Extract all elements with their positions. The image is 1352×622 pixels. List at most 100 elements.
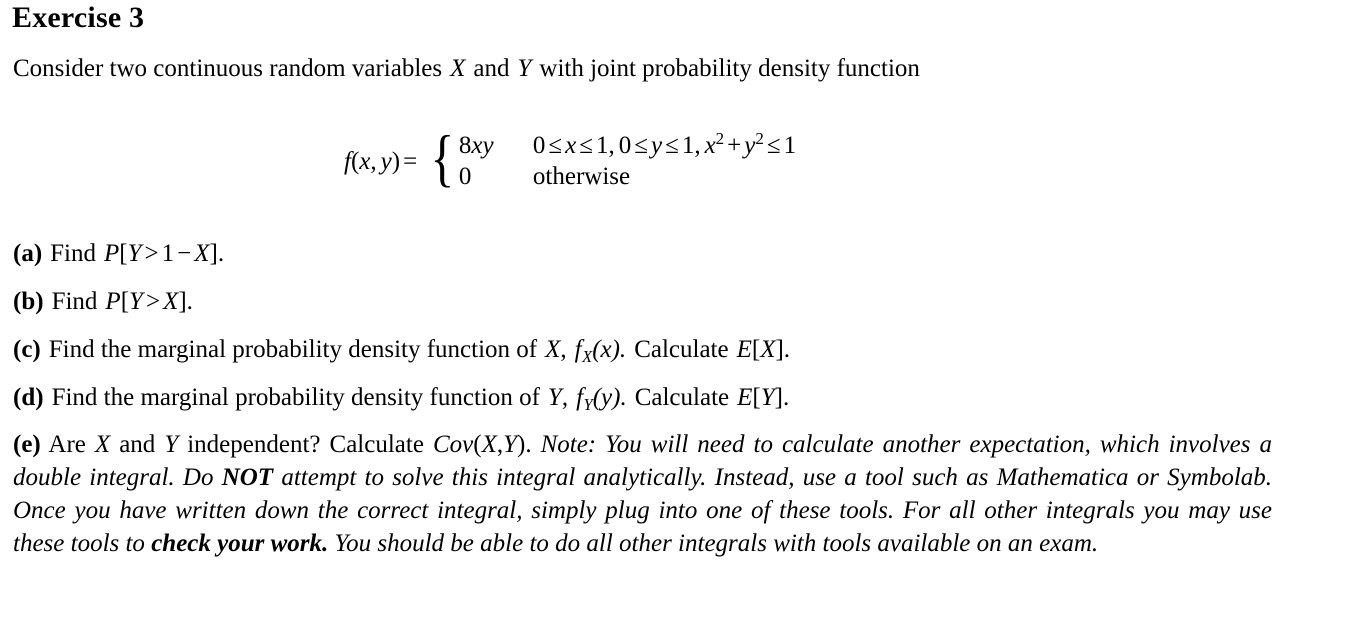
exercise-item-c: (c) Find the marginal probability density…: [13, 333, 790, 367]
item-a-tag: (a): [13, 240, 43, 267]
piecewise-case-row-2: 0 otherwise: [459, 164, 796, 189]
cond-le-4: ≤: [665, 132, 679, 159]
item-a-prob-symbol: P: [104, 240, 120, 267]
cond-one-c: 1: [783, 132, 797, 159]
item-b-bracket-close: ].: [178, 288, 193, 315]
equation-arg-x: x: [359, 147, 371, 175]
item-c-expectation-variable: X: [760, 336, 776, 363]
piecewise-cases: 8xy 0 ≤ x ≤1, 0 ≤ y ≤1, x2 + y2 ≤1 0 otherwise: [459, 130, 797, 189]
item-c-variable: X: [545, 336, 561, 363]
cond-x-squared-base: x: [704, 132, 716, 159]
equation-paren-close: ): [391, 147, 401, 175]
item-c-marginal-fn-arg: (x).: [592, 336, 627, 363]
joint-pdf-equation: f(x, y) = { 8xy 0 ≤ x ≤1, 0 ≤ y ≤1, x2 + y2 ≤1 0 othe…: [344, 126, 796, 196]
item-d-marginal-fn-subscript: Y: [583, 394, 593, 414]
exercise-item-e: (e) Are X and Y independent? Calculate C…: [13, 428, 1272, 560]
item-c-tag: (c): [13, 336, 41, 363]
item-d-expectation-bracket-open: [: [752, 384, 761, 411]
piecewise-brace: {: [430, 122, 455, 193]
cond-le-2: ≤: [579, 132, 593, 159]
item-d-lead-text: Find the marginal probability density fu…: [51, 384, 540, 411]
piecewise-case-row-1: 8xy 0 ≤ x ≤1, 0 ≤ y ≤1, x2 + y2 ≤1: [459, 130, 797, 159]
cond-zero-a: 0: [532, 132, 546, 159]
item-e-covariance-var-y: Y: [503, 431, 517, 458]
equation-arg-y: y: [380, 147, 392, 175]
intro-variable-y: Y: [517, 55, 532, 82]
cond-le-3: ≤: [634, 132, 648, 159]
item-d-expectation-bracket-close: ].: [774, 384, 790, 411]
cond-x-squared-exponent: 2: [715, 129, 725, 149]
exercise-document-page: Exercise 3 Consider two continuous rando…: [0, 0, 1352, 622]
page-title: Exercise 3: [12, 1, 145, 34]
intro-text-part2: with joint probability density function: [539, 55, 920, 82]
case1-value: 8xy: [459, 133, 533, 158]
item-c-expectation-bracket-close: ].: [775, 336, 791, 363]
intro-text-part1: Consider two continuous random variables: [13, 55, 443, 82]
equation-equals-sign: =: [403, 147, 418, 175]
item-d-expectation-symbol: E: [737, 384, 753, 411]
cond-one-b: 1,: [681, 132, 701, 159]
exercise-item-b: (b) Find P[Y > X].: [13, 285, 193, 319]
item-c-calculate-text: Calculate: [634, 336, 729, 363]
item-c-marginal-fn-base: f: [574, 336, 582, 363]
exercise-item-a: (a) Find P[Y >1− X].: [13, 237, 224, 271]
item-a-minus: −: [177, 240, 192, 267]
cond-y: y: [650, 132, 663, 159]
case1-x: x: [471, 132, 483, 159]
item-d-tag: (d): [13, 384, 44, 411]
item-e-question-and: and: [119, 431, 156, 458]
cond-le-5: ≤: [766, 132, 781, 159]
cond-y-squared-exponent: 2: [755, 129, 764, 149]
item-c-lead-text: Find the marginal probability density fu…: [48, 336, 538, 363]
item-b-prob-symbol: P: [105, 288, 121, 315]
item-b-var-y: Y: [129, 288, 143, 315]
item-b-bracket-open: [: [120, 288, 130, 315]
cond-one-a: 1,: [595, 132, 615, 159]
case2-condition: otherwise: [532, 163, 631, 190]
item-c-expectation-symbol: E: [736, 336, 752, 363]
item-a-var-x: X: [194, 240, 210, 267]
item-b-tag: (b): [13, 288, 44, 315]
item-a-bracket-open: [: [119, 240, 128, 267]
item-a-bracket-close: ].: [209, 240, 225, 267]
intro-sentence: Consider two continuous random variables…: [13, 52, 920, 86]
item-a-var-y: Y: [127, 240, 142, 267]
cond-le-1: ≤: [548, 132, 563, 159]
item-b-var-x: X: [163, 288, 179, 315]
item-e-question-are: Are: [48, 431, 86, 458]
case2-value: 0: [458, 163, 472, 190]
item-e-covariance-paren-open: (: [473, 431, 482, 458]
cond-plus: +: [727, 132, 742, 159]
item-d-variable: Y: [547, 384, 562, 411]
intro-variable-x: X: [450, 55, 466, 82]
item-e-question-var-y: Y: [164, 431, 179, 458]
item-e-tag: (e): [13, 431, 41, 458]
intro-conjunction: and: [473, 55, 510, 82]
item-b-verb: Find: [51, 288, 98, 315]
item-e-question-var-x: X: [94, 431, 111, 458]
case1-y: y: [482, 132, 494, 159]
equation-arg-comma: ,: [370, 147, 377, 175]
item-d-marginal-fn-arg: (y).: [592, 384, 627, 411]
item-a-one: 1: [161, 240, 175, 267]
cond-x: x: [565, 132, 577, 159]
case1-coefficient: 8: [458, 132, 472, 159]
item-e-covariance-var-x: X: [481, 431, 497, 458]
cond-zero-b: 0: [618, 132, 632, 159]
item-c-marginal-fn-subscript: X: [582, 346, 593, 366]
item-e-note-emphasis-not: NOT: [221, 464, 274, 491]
cond-y-squared-base: y: [744, 132, 756, 159]
item-e-covariance-name: Cov: [432, 431, 474, 458]
item-d-expectation-variable: Y: [760, 384, 775, 411]
item-c-expectation-bracket-open: [: [751, 336, 761, 363]
item-a-greater-than: >: [144, 240, 159, 267]
item-e-note-emphasis-check-your-work: check your work.: [151, 530, 329, 557]
item-c-comma: ,: [560, 336, 567, 363]
case1-condition: 0 ≤ x ≤1, 0 ≤ y ≤1, x2 + y2 ≤1: [532, 130, 797, 159]
item-e-question-calculate: Calculate: [329, 431, 424, 458]
item-a-verb: Find: [50, 240, 97, 267]
exercise-item-d: (d) Find the marginal probability density…: [13, 381, 789, 415]
equation-left-hand-side: f(x, y) =: [344, 149, 427, 174]
item-d-marginal-fn-base: f: [576, 384, 584, 411]
item-e-question-independent: independent?: [187, 431, 321, 458]
